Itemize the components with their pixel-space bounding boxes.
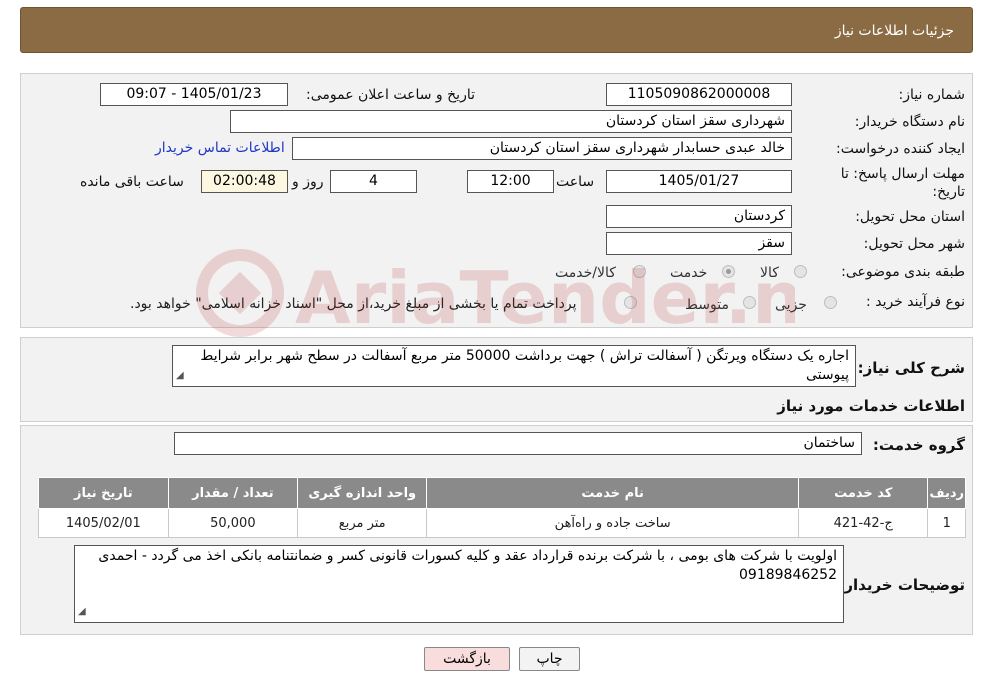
table-row: 1 ج-42-421 ساخت جاده و راه‌آهن متر مربع … xyxy=(38,508,966,538)
province-label: استان محل تحویل: xyxy=(855,209,965,225)
purchase-radio-medium[interactable] xyxy=(743,296,756,309)
days-field: 4 xyxy=(330,170,417,193)
back-button[interactable]: بازگشت xyxy=(424,647,510,671)
buyer-notes-textarea[interactable]: اولویت با شرکت های بومی ، با شرکت برنده … xyxy=(74,545,844,623)
purchase-type-label: نوع فرآیند خرید : xyxy=(866,294,965,310)
deadline-date-field: 1405/01/27 xyxy=(606,170,792,193)
cell-quantity: 50,000 xyxy=(167,508,299,538)
category-option-goods: کالا xyxy=(760,265,779,281)
city-field: سقز xyxy=(606,232,792,255)
remaining-time-label: ساعت باقی مانده xyxy=(80,174,184,190)
description-text: اجاره یک دستگاه ویرتگن ( آسفالت تراش ) ج… xyxy=(200,348,849,383)
purchase-checkbox-treasury[interactable] xyxy=(624,296,637,309)
announce-datetime-field: 1405/01/23 - 09:07 xyxy=(100,83,288,106)
category-radio-service[interactable] xyxy=(722,265,735,278)
deadline-label-line1: مهلت ارسال پاسخ: تا xyxy=(840,166,965,182)
buyer-org-label: نام دستگاه خریدار: xyxy=(854,114,965,130)
col-service-name: نام خدمت xyxy=(426,477,799,509)
province-field: کردستان xyxy=(606,205,792,228)
resize-grip-icon[interactable]: ◢ xyxy=(176,366,184,385)
remaining-time-field: 02:00:48 xyxy=(201,170,288,193)
cell-need-date: 1405/02/01 xyxy=(38,508,169,538)
col-need-date: تاریخ نیاز xyxy=(38,477,169,509)
page-title: جزئیات اطلاعات نیاز xyxy=(834,23,954,39)
service-group-label: گروه خدمت: xyxy=(872,436,965,454)
city-label: شهر محل تحویل: xyxy=(863,236,965,252)
category-radio-goods-service[interactable] xyxy=(633,265,646,278)
description-textarea[interactable]: اجاره یک دستگاه ویرتگن ( آسفالت تراش ) ج… xyxy=(172,345,856,387)
purchase-treasury-note: پرداخت تمام یا بخشی از مبلغ خرید،از محل … xyxy=(130,296,577,312)
buyer-notes-text: اولویت با شرکت های بومی ، با شرکت برنده … xyxy=(98,548,837,583)
category-option-goods-service: کالا/خدمت xyxy=(555,265,616,281)
buyer-contact-link[interactable]: اطلاعات تماس خریدار xyxy=(155,140,285,156)
col-row-number: ردیف xyxy=(927,477,966,509)
buyer-notes-label: توضیحات خریدار: xyxy=(838,576,965,594)
description-label: شرح کلی نیاز: xyxy=(857,359,965,377)
cell-service-code: ج-42-421 xyxy=(797,508,929,538)
category-option-service: خدمت xyxy=(670,265,708,281)
deadline-time-field: 12:00 xyxy=(467,170,554,193)
purchase-option-minor: جزیی xyxy=(775,297,807,313)
table-header-row: ردیف کد خدمت نام خدمت واحد اندازه گیری ت… xyxy=(38,477,966,509)
print-button[interactable]: چاپ xyxy=(519,647,580,671)
page-header: جزئیات اطلاعات نیاز xyxy=(20,7,973,53)
buyer-org-field: شهرداری سقز استان کردستان xyxy=(230,110,792,133)
col-service-code: کد خدمت xyxy=(797,477,929,509)
cell-row-number: 1 xyxy=(927,508,966,538)
resize-grip-icon[interactable]: ◢ xyxy=(78,602,86,621)
purchase-radio-minor[interactable] xyxy=(824,296,837,309)
days-label: روز و xyxy=(292,174,324,190)
category-radio-goods[interactable] xyxy=(794,265,807,278)
need-number-label: شماره نیاز: xyxy=(898,87,966,103)
deadline-label: مهلت ارسال پاسخ: تا تاریخ: xyxy=(841,165,965,201)
col-quantity: تعداد / مقدار xyxy=(167,477,299,509)
cell-unit: متر مربع xyxy=(297,508,428,538)
cell-service-name: ساخت جاده و راه‌آهن xyxy=(426,508,799,538)
need-number-field: 1105090862000008 xyxy=(606,83,792,106)
category-label: طبقه بندی موضوعی: xyxy=(841,264,965,280)
announce-label: تاریخ و ساعت اعلان عمومی: xyxy=(306,87,475,103)
services-section-title: اطلاعات خدمات مورد نیاز xyxy=(777,397,965,415)
deadline-label-line2: تاریخ: xyxy=(932,184,965,200)
requester-label: ایجاد کننده درخواست: xyxy=(836,141,965,157)
purchase-option-medium: متوسط xyxy=(685,297,729,313)
services-table: ردیف کد خدمت نام خدمت واحد اندازه گیری ت… xyxy=(38,477,966,538)
deadline-time-label: ساعت xyxy=(556,174,595,190)
requester-field: خالد عبدی حسابدار شهرداری سقز استان کردس… xyxy=(292,137,792,160)
service-group-field: ساختمان xyxy=(174,432,862,455)
col-unit: واحد اندازه گیری xyxy=(297,477,428,509)
